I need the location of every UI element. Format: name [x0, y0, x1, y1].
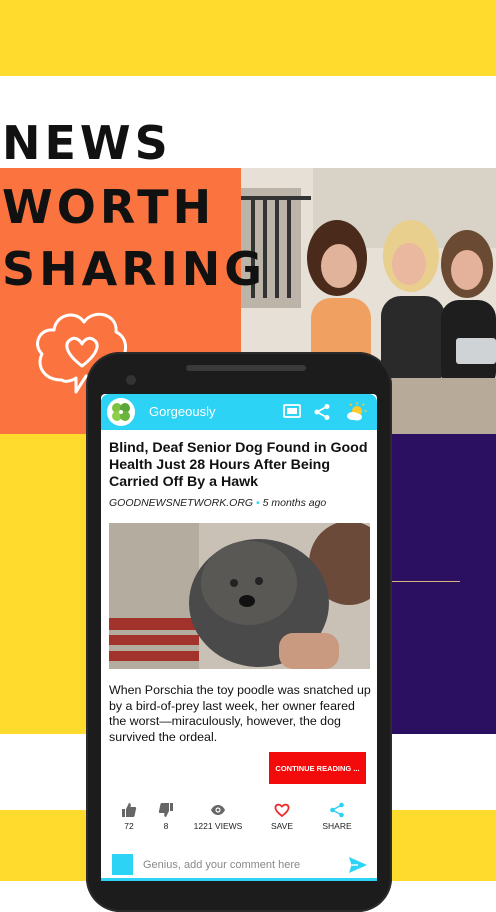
comment-input[interactable]: [139, 856, 347, 874]
send-icon[interactable]: [348, 855, 368, 875]
article-title[interactable]: Blind, Deaf Senior Dog Found in Good Hea…: [109, 440, 371, 491]
article-image[interactable]: [109, 523, 370, 669]
save-button[interactable]: SAVE: [254, 802, 310, 831]
thumbs-down-icon: [158, 803, 173, 817]
share-icon: [330, 802, 344, 818]
heart-icon: [274, 803, 290, 818]
background-top-band: [0, 0, 496, 76]
article-image-poodle: [109, 523, 370, 669]
like-count: 72: [124, 821, 134, 831]
headline-line-2: WORTH: [2, 180, 216, 234]
app-name: Gorgeously: [149, 404, 216, 419]
phone-camera: [126, 375, 136, 385]
share-label: SHARE: [322, 821, 352, 831]
continue-reading-button[interactable]: CONTINUE READING ...: [269, 752, 366, 784]
save-label: SAVE: [270, 821, 294, 831]
commenter-avatar: [112, 854, 133, 875]
dislike-count: 8: [163, 821, 169, 831]
view-count: 1221 VIEWS: [193, 821, 243, 831]
meta-separator: •: [256, 497, 260, 509]
article-age: 5 months ago: [262, 497, 327, 509]
article-source[interactable]: GOODNEWSNETWORK.ORG: [109, 497, 253, 509]
decorative-line: [392, 581, 460, 582]
thumbs-up-icon: [122, 803, 137, 817]
share-icon[interactable]: [313, 403, 331, 421]
phone-screen: Gorgeously Blind, Deaf Senior Dog Found …: [101, 394, 377, 881]
app-bar: Gorgeously: [101, 394, 377, 430]
eye-icon: [211, 805, 225, 815]
article-summary: When Porschia the toy poodle was snatche…: [109, 683, 371, 744]
sun-cloud-icon[interactable]: [345, 402, 367, 422]
phone-speaker: [186, 365, 306, 371]
cast-icon[interactable]: [283, 404, 301, 420]
background-purple-block: [392, 434, 496, 734]
views-indicator: 1221 VIEWS: [190, 802, 246, 831]
headline-line-3: SHARING: [2, 242, 267, 296]
clover-logo-icon[interactable]: [107, 398, 135, 426]
dislike-button[interactable]: 8: [138, 802, 194, 831]
share-button[interactable]: SHARE: [309, 802, 365, 831]
headline-line-1: NEWS: [2, 116, 172, 170]
article-meta: GOODNEWSNETWORK.ORG • 5 months ago: [109, 497, 326, 509]
